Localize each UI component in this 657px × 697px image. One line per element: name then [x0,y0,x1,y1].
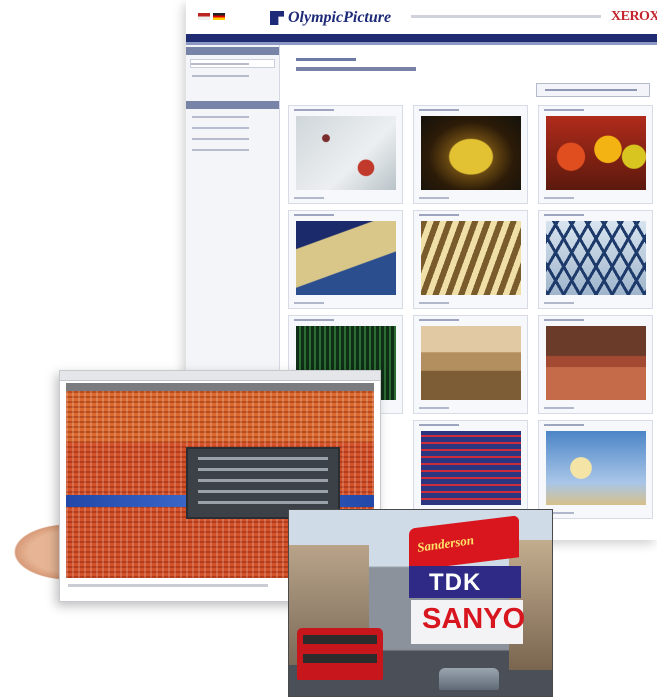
logo-mark-icon [270,11,284,25]
gallery-thumbnail[interactable] [421,326,521,400]
gallery-tile[interactable] [413,210,528,309]
sidebar-item[interactable] [192,146,273,153]
piccadilly-photo: Sanderson TDK SANYO [288,509,553,697]
window-titlebar [60,371,380,381]
header-slogan [411,12,601,21]
billboard-text-sanyo: SANYO [422,603,526,635]
gallery-tile[interactable] [413,105,528,204]
gallery-thumbnail[interactable] [546,221,646,295]
gallery-tile[interactable] [288,105,403,204]
brand-logo: XEROX [611,9,657,24]
gallery-thumbnail[interactable] [546,326,646,400]
german-flag-icon[interactable] [213,13,225,20]
main-nav [186,34,657,42]
sidebar-item[interactable] [192,135,273,142]
red-bus [297,628,383,680]
car [439,668,499,690]
gallery-tile[interactable] [538,210,653,309]
page-title [296,67,416,71]
app-logo[interactable]: OlympicPicture [270,7,391,29]
sidebar-header [186,47,279,55]
window-footer [68,584,268,587]
gallery-tile[interactable] [538,315,653,414]
gallery-tile[interactable] [538,105,653,204]
gallery-tile[interactable] [413,420,528,519]
gallery-thumbnail[interactable] [421,221,521,295]
english-flag-icon[interactable] [198,13,210,20]
sidebar-item[interactable] [192,72,273,79]
gallery-thumbnail[interactable] [546,431,646,505]
app-title: OlympicPicture [288,9,392,26]
sidebar-item-selected[interactable] [190,59,275,68]
action-button[interactable] [536,83,650,97]
gallery-tile[interactable] [413,315,528,414]
gallery-thumbnail[interactable] [421,116,521,190]
billboard-text-tdk: TDK [429,569,482,596]
gallery-tile[interactable] [538,420,653,519]
header-bar: OlympicPicture XEROX [186,0,657,34]
gallery-thumbnail[interactable] [296,221,396,295]
sidebar-header [186,101,279,109]
breadcrumb[interactable] [296,58,356,61]
gallery-thumbnail[interactable] [421,431,521,505]
sidebar-item[interactable] [192,113,273,120]
gallery-tile[interactable] [288,210,403,309]
sidebar-item[interactable] [192,124,273,131]
gallery-thumbnail[interactable] [546,116,646,190]
gallery-thumbnail[interactable] [296,116,396,190]
